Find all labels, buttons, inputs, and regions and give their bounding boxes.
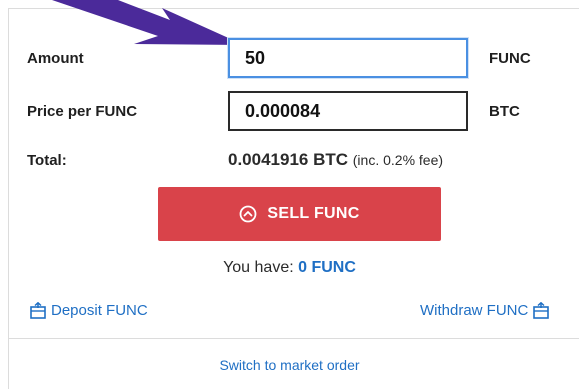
price-input[interactable]: 0.000084 [228, 91, 468, 131]
wallet-deposit-icon [30, 302, 46, 319]
price-unit: BTC [489, 103, 520, 120]
price-input-value: 0.000084 [245, 100, 321, 121]
withdraw-link[interactable]: Withdraw FUNC [420, 302, 550, 319]
amount-input[interactable]: 50 [228, 38, 468, 78]
sell-button-label: SELL FUNC [267, 205, 360, 222]
balance-line: You have: 0 FUNC [0, 259, 579, 277]
amount-label: Amount [27, 50, 84, 67]
switch-market-order-link[interactable]: Switch to market order [0, 357, 579, 373]
total-fee-note: (inc. 0.2% fee) [352, 152, 444, 168]
switch-link-label: Switch to market order [219, 357, 360, 373]
total-value: 0.0041916 BTC (inc. 0.2% fee) [228, 150, 443, 170]
amount-unit: FUNC [489, 50, 531, 67]
withdraw-link-label: Withdraw FUNC [420, 302, 529, 319]
deposit-link-label: Deposit FUNC [51, 302, 148, 319]
amount-input-value: 50 [245, 47, 266, 68]
price-label: Price per FUNC [27, 103, 138, 120]
divider [8, 338, 579, 339]
total-label: Total: [27, 152, 67, 169]
chevron-up-circle-icon [240, 205, 257, 223]
balance-prefix: You have: [223, 259, 294, 276]
total-amount: 0.0041916 BTC [228, 150, 349, 169]
sell-func-button[interactable]: SELL FUNC [158, 187, 441, 241]
wallet-withdraw-icon [533, 302, 550, 319]
deposit-link[interactable]: Deposit FUNC [30, 302, 148, 319]
balance-amount: 0 FUNC [298, 259, 356, 276]
